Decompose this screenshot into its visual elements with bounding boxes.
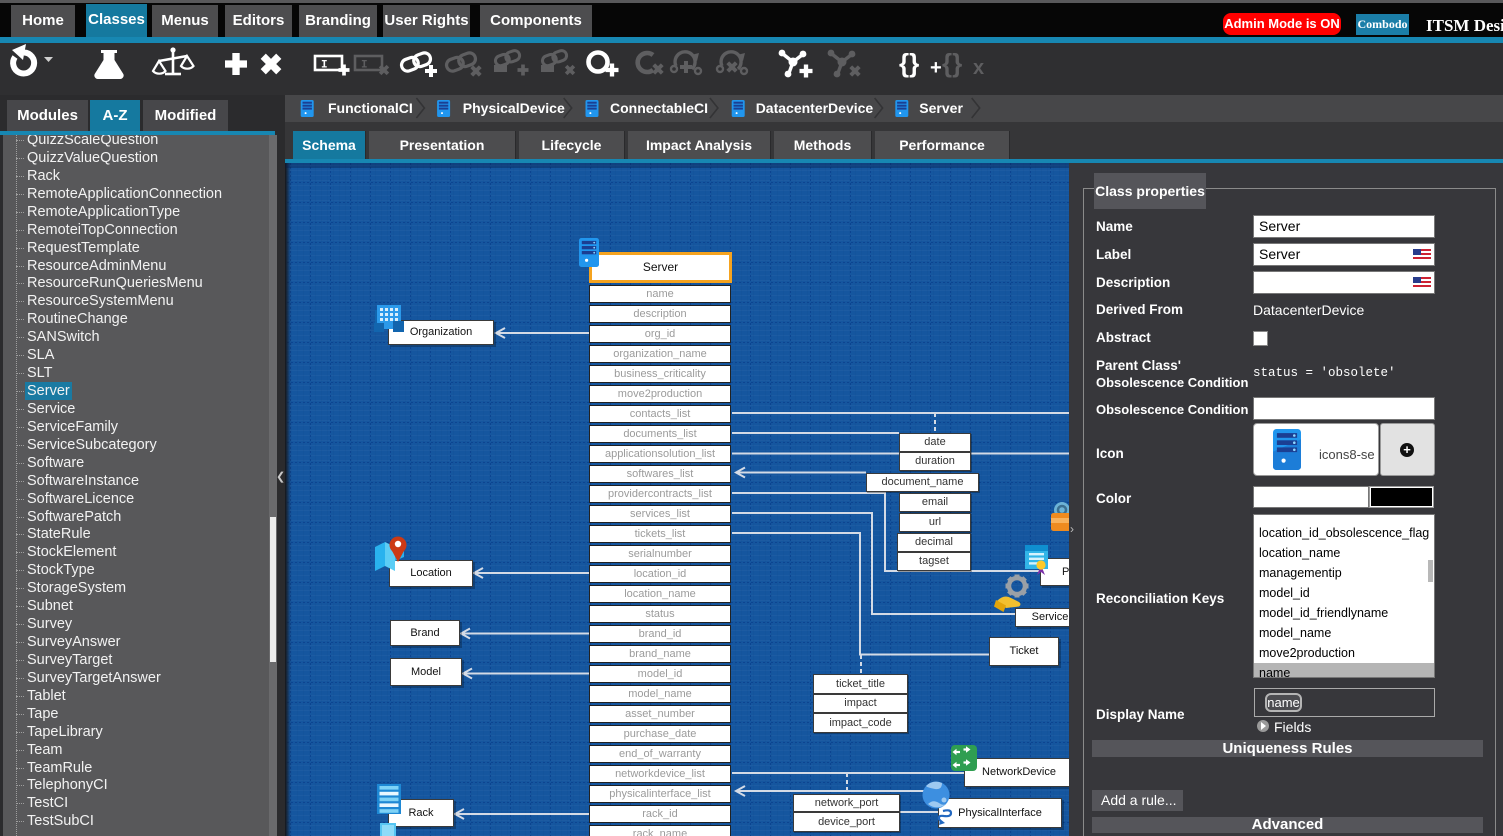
svg-text:Server: Server	[919, 100, 963, 116]
svg-text:{}: {}	[942, 48, 962, 78]
svg-text:PhysicalDevice: PhysicalDevice	[463, 100, 565, 116]
svg-text:ConnectableCI: ConnectableCI	[610, 100, 708, 116]
svg-text:FunctionalCI: FunctionalCI	[328, 100, 413, 116]
svg-text:I: I	[321, 60, 328, 72]
svg-text:+: +	[930, 57, 942, 79]
svg-text:I: I	[361, 60, 368, 72]
svg-text:{}: {}	[899, 48, 919, 78]
svg-text:DatacenterDevice: DatacenterDevice	[756, 100, 874, 116]
svg-text:x: x	[973, 57, 984, 79]
